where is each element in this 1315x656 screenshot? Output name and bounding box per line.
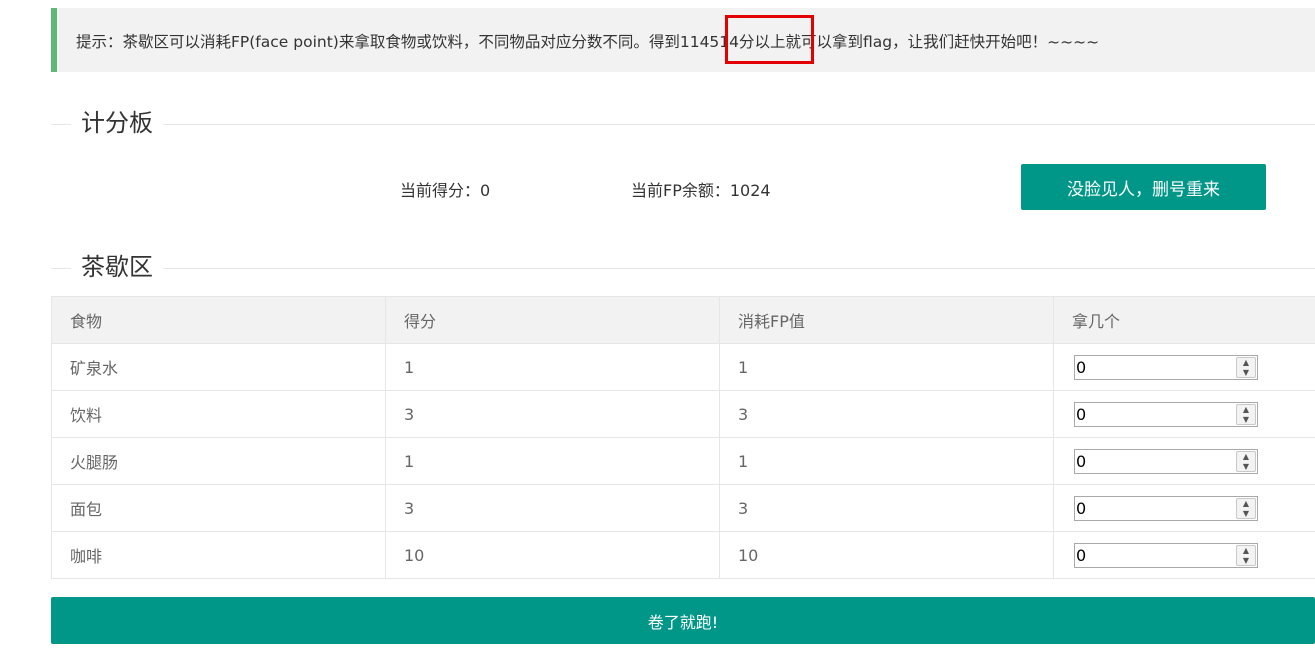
chevron-up-icon[interactable]: ▲ — [1237, 546, 1255, 555]
quantity-cell: ▲ ▼ — [1053, 484, 1315, 532]
food-table: 食物 得分 消耗FP值 拿几个 矿泉水 1 1 ▲ ▼ — [51, 296, 1315, 579]
food-name: 面包 — [51, 484, 386, 532]
food-score: 1 — [385, 343, 720, 391]
current-score: 当前得分：0 — [400, 181, 491, 200]
chevron-down-icon[interactable]: ▼ — [1237, 415, 1255, 424]
spinner-buttons[interactable]: ▲ ▼ — [1236, 450, 1256, 472]
submit-button[interactable]: 卷了就跑! — [51, 597, 1315, 644]
food-name: 火腿肠 — [51, 437, 386, 485]
column-header-food: 食物 — [51, 296, 386, 344]
food-name: 饮料 — [51, 390, 386, 438]
chevron-down-icon[interactable]: ▼ — [1237, 556, 1255, 565]
current-fp-balance: 当前FP余额：1024 — [631, 181, 771, 200]
chevron-up-icon[interactable]: ▲ — [1237, 405, 1255, 414]
column-header-cost: 消耗FP值 — [719, 296, 1054, 344]
quantity-input[interactable] — [1075, 449, 1231, 473]
table-row: 矿泉水 1 1 ▲ ▼ — [51, 343, 1315, 391]
table-row: 咖啡 10 10 ▲ ▼ — [51, 531, 1315, 579]
table-row: 面包 3 3 ▲ ▼ — [51, 484, 1315, 532]
food-score: 3 — [385, 390, 720, 438]
divider — [51, 124, 1315, 125]
hint-prefix: 提示：茶歇区可以消耗FP(face point)来拿取食物或饮料，不同物品对应分… — [76, 33, 680, 51]
food-cost: 3 — [719, 484, 1054, 532]
reset-account-button[interactable]: 没脸见人，删号重来 — [1021, 164, 1266, 210]
quantity-stepper[interactable]: ▲ ▼ — [1074, 401, 1258, 427]
page: 提示：茶歇区可以消耗FP(face point)来拿取食物或饮料，不同物品对应分… — [0, 0, 1315, 656]
scoreboard-section-title: 计分板 — [51, 108, 1315, 140]
quantity-stepper[interactable]: ▲ ▼ — [1074, 542, 1258, 568]
column-header-score: 得分 — [385, 296, 720, 344]
spinner-buttons[interactable]: ▲ ▼ — [1236, 497, 1256, 519]
hint-box: 提示：茶歇区可以消耗FP(face point)来拿取食物或饮料，不同物品对应分… — [51, 8, 1315, 72]
highlight-annotation — [725, 15, 814, 64]
food-cost: 1 — [719, 437, 1054, 485]
shop-section-title: 茶歇区 — [51, 252, 1315, 284]
quantity-stepper[interactable]: ▲ ▼ — [1074, 354, 1258, 380]
quantity-input[interactable] — [1075, 496, 1231, 520]
quantity-input[interactable] — [1075, 543, 1231, 567]
quantity-stepper[interactable]: ▲ ▼ — [1074, 448, 1258, 474]
food-cost: 10 — [719, 531, 1054, 579]
quantity-input[interactable] — [1075, 402, 1231, 426]
food-cost: 3 — [719, 390, 1054, 438]
quantity-input[interactable] — [1075, 355, 1231, 379]
divider — [51, 268, 1315, 269]
food-score: 3 — [385, 484, 720, 532]
chevron-up-icon[interactable]: ▲ — [1237, 499, 1255, 508]
hint-text: 提示：茶歇区可以消耗FP(face point)来拿取食物或饮料，不同物品对应分… — [76, 30, 1099, 52]
quantity-cell: ▲ ▼ — [1053, 531, 1315, 579]
chevron-down-icon[interactable]: ▼ — [1237, 509, 1255, 518]
food-name: 矿泉水 — [51, 343, 386, 391]
spinner-buttons[interactable]: ▲ ▼ — [1236, 544, 1256, 566]
shop-title: 茶歇区 — [71, 252, 163, 282]
spinner-buttons[interactable]: ▲ ▼ — [1236, 356, 1256, 378]
chevron-down-icon[interactable]: ▼ — [1237, 368, 1255, 377]
food-score: 10 — [385, 531, 720, 579]
quantity-cell: ▲ ▼ — [1053, 390, 1315, 438]
quantity-cell: ▲ ▼ — [1053, 343, 1315, 391]
food-score: 1 — [385, 437, 720, 485]
table-row: 饮料 3 3 ▲ ▼ — [51, 390, 1315, 438]
table-header-row: 食物 得分 消耗FP值 拿几个 — [51, 296, 1315, 344]
column-header-quantity: 拿几个 — [1053, 296, 1315, 344]
spinner-buttons[interactable]: ▲ ▼ — [1236, 403, 1256, 425]
chevron-up-icon[interactable]: ▲ — [1237, 452, 1255, 461]
quantity-cell: ▲ ▼ — [1053, 437, 1315, 485]
table-row: 火腿肠 1 1 ▲ ▼ — [51, 437, 1315, 485]
chevron-up-icon[interactable]: ▲ — [1237, 358, 1255, 367]
quantity-stepper[interactable]: ▲ ▼ — [1074, 495, 1258, 521]
scoreboard-title: 计分板 — [71, 108, 163, 138]
food-cost: 1 — [719, 343, 1054, 391]
chevron-down-icon[interactable]: ▼ — [1237, 462, 1255, 471]
food-name: 咖啡 — [51, 531, 386, 579]
